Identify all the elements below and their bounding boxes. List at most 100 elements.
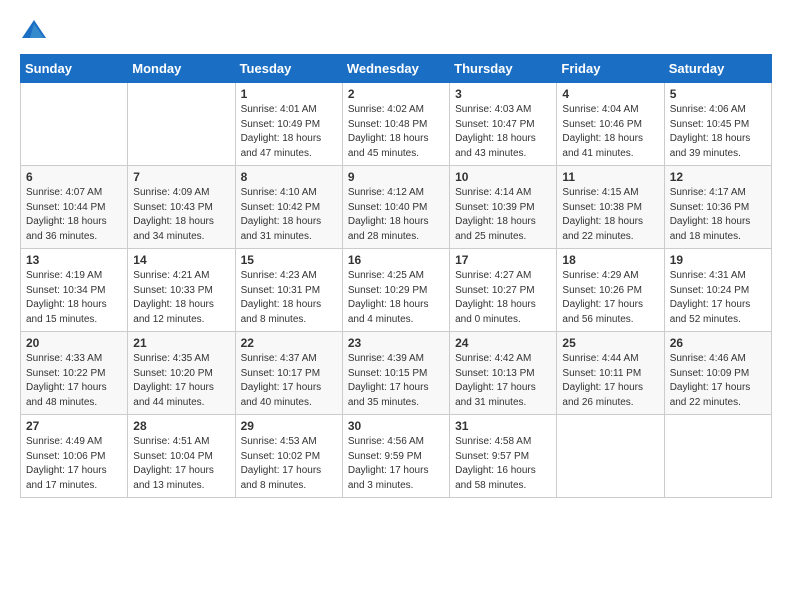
page: SundayMondayTuesdayWednesdayThursdayFrid… [0, 0, 792, 612]
day-info: Sunrise: 4:10 AM Sunset: 10:42 PM Daylig… [241, 186, 337, 244]
calendar-cell: 28 Sunrise: 4:51 AM Sunset: 10:04 PM Dayl… [128, 415, 235, 498]
calendar-cell: 13Sunrise: 4:19 AM Sunset: 10:34 PM Dayl… [21, 249, 128, 332]
calendar-cell: 30 Sunrise: 4:56 AM Sunset: 9:59 PM Dayli… [342, 415, 449, 498]
day-of-week-thursday: Thursday [450, 55, 557, 83]
day-number: 10 [455, 170, 551, 184]
day-info: Sunrise: 4:51 AM Sunset: 10:04 PM Daylig… [133, 435, 229, 493]
day-number: 24 [455, 336, 551, 350]
calendar-cell: 11 Sunrise: 4:15 AM Sunset: 10:38 PM Dayl… [557, 166, 664, 249]
logo [20, 16, 52, 44]
calendar-cell: 1Sunrise: 4:01 AM Sunset: 10:49 PM Dayli… [235, 83, 342, 166]
day-header-row: SundayMondayTuesdayWednesdayThursdayFrid… [21, 55, 772, 83]
day-of-week-monday: Monday [128, 55, 235, 83]
calendar-cell [557, 415, 664, 498]
calendar-cell: 21 Sunrise: 4:35 AM Sunset: 10:20 PM Dayl… [128, 332, 235, 415]
day-of-week-tuesday: Tuesday [235, 55, 342, 83]
calendar-cell: 27Sunrise: 4:49 AM Sunset: 10:06 PM Dayl… [21, 415, 128, 498]
day-info: Sunrise: 4:07 AM Sunset: 10:44 PM Daylig… [26, 186, 122, 244]
day-number: 26 [670, 336, 766, 350]
day-number: 11 [562, 170, 658, 184]
calendar-cell: 23Sunrise: 4:39 AM Sunset: 10:15 PM Dayl… [342, 332, 449, 415]
day-of-week-friday: Friday [557, 55, 664, 83]
day-number: 8 [241, 170, 337, 184]
calendar-cell [128, 83, 235, 166]
day-info: Sunrise: 4:01 AM Sunset: 10:49 PM Daylig… [241, 103, 337, 161]
day-info: Sunrise: 4:33 AM Sunset: 10:22 PM Daylig… [26, 352, 122, 410]
day-number: 17 [455, 253, 551, 267]
day-info: Sunrise: 4:03 AM Sunset: 10:47 PM Daylig… [455, 103, 551, 161]
day-number: 31 [455, 419, 551, 433]
day-number: 29 [241, 419, 337, 433]
day-info: Sunrise: 4:42 AM Sunset: 10:13 PM Daylig… [455, 352, 551, 410]
day-number: 30 [348, 419, 444, 433]
calendar-cell: 9 Sunrise: 4:12 AM Sunset: 10:40 PM Dayli… [342, 166, 449, 249]
week-row-2: 6 Sunrise: 4:07 AM Sunset: 10:44 PM Dayli… [21, 166, 772, 249]
day-number: 16 [348, 253, 444, 267]
day-info: Sunrise: 4:56 AM Sunset: 9:59 PM Dayligh… [348, 435, 444, 493]
day-number: 12 [670, 170, 766, 184]
day-info: Sunrise: 4:04 AM Sunset: 10:46 PM Daylig… [562, 103, 658, 161]
day-number: 20 [26, 336, 122, 350]
day-number: 18 [562, 253, 658, 267]
day-info: Sunrise: 4:58 AM Sunset: 9:57 PM Dayligh… [455, 435, 551, 493]
calendar-cell: 20 Sunrise: 4:33 AM Sunset: 10:22 PM Dayl… [21, 332, 128, 415]
calendar-cell: 31 Sunrise: 4:58 AM Sunset: 9:57 PM Dayli… [450, 415, 557, 498]
day-info: Sunrise: 4:37 AM Sunset: 10:17 PM Daylig… [241, 352, 337, 410]
calendar-cell: 3Sunrise: 4:03 AM Sunset: 10:47 PM Dayli… [450, 83, 557, 166]
day-number: 25 [562, 336, 658, 350]
calendar-cell: 4Sunrise: 4:04 AM Sunset: 10:46 PM Dayli… [557, 83, 664, 166]
week-row-3: 13Sunrise: 4:19 AM Sunset: 10:34 PM Dayl… [21, 249, 772, 332]
day-info: Sunrise: 4:35 AM Sunset: 10:20 PM Daylig… [133, 352, 229, 410]
day-info: Sunrise: 4:02 AM Sunset: 10:48 PM Daylig… [348, 103, 444, 161]
day-info: Sunrise: 4:29 AM Sunset: 10:26 PM Daylig… [562, 269, 658, 327]
day-number: 21 [133, 336, 229, 350]
day-of-week-wednesday: Wednesday [342, 55, 449, 83]
day-number: 15 [241, 253, 337, 267]
day-number: 2 [348, 87, 444, 101]
calendar-cell: 22 Sunrise: 4:37 AM Sunset: 10:17 PM Dayl… [235, 332, 342, 415]
day-number: 9 [348, 170, 444, 184]
day-info: Sunrise: 4:39 AM Sunset: 10:15 PM Daylig… [348, 352, 444, 410]
week-row-5: 27Sunrise: 4:49 AM Sunset: 10:06 PM Dayl… [21, 415, 772, 498]
day-number: 22 [241, 336, 337, 350]
day-info: Sunrise: 4:44 AM Sunset: 10:11 PM Daylig… [562, 352, 658, 410]
day-info: Sunrise: 4:46 AM Sunset: 10:09 PM Daylig… [670, 352, 766, 410]
day-number: 28 [133, 419, 229, 433]
day-info: Sunrise: 4:15 AM Sunset: 10:38 PM Daylig… [562, 186, 658, 244]
day-info: Sunrise: 4:06 AM Sunset: 10:45 PM Daylig… [670, 103, 766, 161]
day-number: 13 [26, 253, 122, 267]
day-info: Sunrise: 4:49 AM Sunset: 10:06 PM Daylig… [26, 435, 122, 493]
calendar-cell: 25 Sunrise: 4:44 AM Sunset: 10:11 PM Dayl… [557, 332, 664, 415]
calendar: SundayMondayTuesdayWednesdayThursdayFrid… [20, 54, 772, 498]
calendar-cell: 2 Sunrise: 4:02 AM Sunset: 10:48 PM Dayli… [342, 83, 449, 166]
day-number: 7 [133, 170, 229, 184]
calendar-cell: 12 Sunrise: 4:17 AM Sunset: 10:36 PM Dayl… [664, 166, 771, 249]
header [20, 16, 772, 44]
calendar-cell: 26 Sunrise: 4:46 AM Sunset: 10:09 PM Dayl… [664, 332, 771, 415]
calendar-cell [21, 83, 128, 166]
calendar-cell: 18 Sunrise: 4:29 AM Sunset: 10:26 PM Dayl… [557, 249, 664, 332]
day-info: Sunrise: 4:12 AM Sunset: 10:40 PM Daylig… [348, 186, 444, 244]
calendar-cell: 29 Sunrise: 4:53 AM Sunset: 10:02 PM Dayl… [235, 415, 342, 498]
week-row-1: 1Sunrise: 4:01 AM Sunset: 10:49 PM Dayli… [21, 83, 772, 166]
day-info: Sunrise: 4:23 AM Sunset: 10:31 PM Daylig… [241, 269, 337, 327]
day-of-week-sunday: Sunday [21, 55, 128, 83]
calendar-cell: 10Sunrise: 4:14 AM Sunset: 10:39 PM Dayl… [450, 166, 557, 249]
calendar-cell: 7Sunrise: 4:09 AM Sunset: 10:43 PM Dayli… [128, 166, 235, 249]
day-number: 19 [670, 253, 766, 267]
day-number: 14 [133, 253, 229, 267]
day-number: 5 [670, 87, 766, 101]
day-number: 6 [26, 170, 122, 184]
calendar-cell: 6 Sunrise: 4:07 AM Sunset: 10:44 PM Dayli… [21, 166, 128, 249]
calendar-cell: 19Sunrise: 4:31 AM Sunset: 10:24 PM Dayl… [664, 249, 771, 332]
day-info: Sunrise: 4:25 AM Sunset: 10:29 PM Daylig… [348, 269, 444, 327]
day-info: Sunrise: 4:17 AM Sunset: 10:36 PM Daylig… [670, 186, 766, 244]
calendar-cell: 5 Sunrise: 4:06 AM Sunset: 10:45 PM Dayli… [664, 83, 771, 166]
day-info: Sunrise: 4:53 AM Sunset: 10:02 PM Daylig… [241, 435, 337, 493]
day-info: Sunrise: 4:27 AM Sunset: 10:27 PM Daylig… [455, 269, 551, 327]
calendar-cell: 15 Sunrise: 4:23 AM Sunset: 10:31 PM Dayl… [235, 249, 342, 332]
calendar-cell: 14Sunrise: 4:21 AM Sunset: 10:33 PM Dayl… [128, 249, 235, 332]
calendar-cell: 16 Sunrise: 4:25 AM Sunset: 10:29 PM Dayl… [342, 249, 449, 332]
logo-icon [20, 16, 48, 44]
calendar-cell [664, 415, 771, 498]
